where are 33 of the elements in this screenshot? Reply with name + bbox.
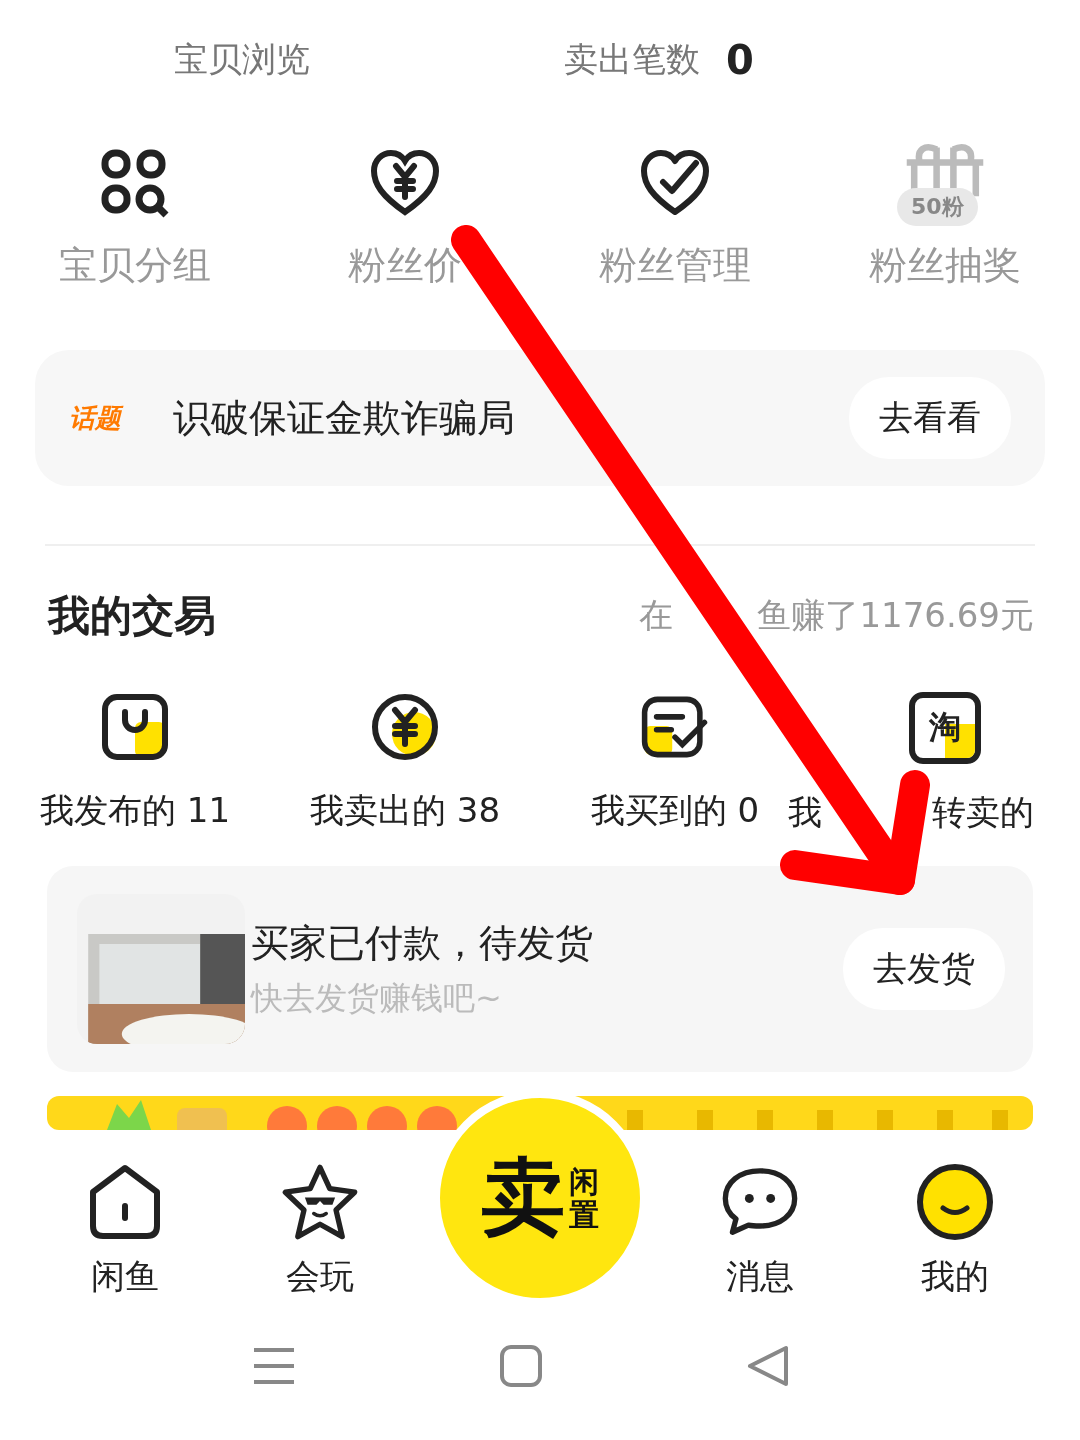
ship-button[interactable]: 去发货 xyxy=(843,928,1005,1010)
stat-label: 卖出笔数 xyxy=(564,38,700,81)
trade-label[interactable]: 我发布的 11 xyxy=(39,788,231,834)
trade-label[interactable]: 我卖出的 38 xyxy=(309,788,501,834)
tab-label[interactable]: 消息 xyxy=(725,1254,794,1300)
stat-label: 宝贝浏览 xyxy=(174,38,310,81)
smiley-icon[interactable] xyxy=(914,1162,995,1242)
order-subtitle: 快去发货赚钱吧~ xyxy=(251,977,503,1019)
trade-label[interactable]: 我 xyxy=(788,790,822,836)
tab-label[interactable]: 我的 xyxy=(920,1254,989,1300)
yen-coin-icon[interactable] xyxy=(370,692,440,762)
taobao-icon[interactable]: 淘 xyxy=(909,692,981,764)
trade-label[interactable]: 转卖的 xyxy=(932,790,1034,836)
stat-value: 0 xyxy=(726,37,754,83)
tab-label[interactable]: 会玩 xyxy=(285,1254,354,1300)
order-card[interactable]: 买家已付款，待发货 快去发货赚钱吧~ 去发货 xyxy=(47,866,1033,1072)
back-icon[interactable] xyxy=(746,1344,790,1388)
bag-icon[interactable] xyxy=(100,692,170,762)
earnings-text: 鱼赚了1176.69元 xyxy=(757,594,1034,637)
fans-badge: 50粉 xyxy=(897,188,978,226)
topic-tag: 话题 xyxy=(69,400,173,436)
topic-card[interactable]: 话题 识破保证金欺诈骗局 去看看 xyxy=(35,350,1045,486)
order-title: 买家已付款，待发货 xyxy=(251,919,594,967)
grid-search-icon[interactable] xyxy=(100,148,170,218)
home-square-icon[interactable] xyxy=(499,1344,543,1388)
section-title: 我的交易 xyxy=(48,590,216,642)
tab-label[interactable]: 闲鱼 xyxy=(90,1254,159,1300)
earnings-text: 在 xyxy=(639,594,674,637)
view-button[interactable]: 去看看 xyxy=(849,377,1011,459)
trade-label[interactable]: 我买到的 0 xyxy=(590,788,760,834)
heart-check-icon[interactable] xyxy=(640,148,710,218)
heart-yen-icon[interactable] xyxy=(370,148,440,218)
topic-title: 识破保证金欺诈骗局 xyxy=(173,394,516,442)
